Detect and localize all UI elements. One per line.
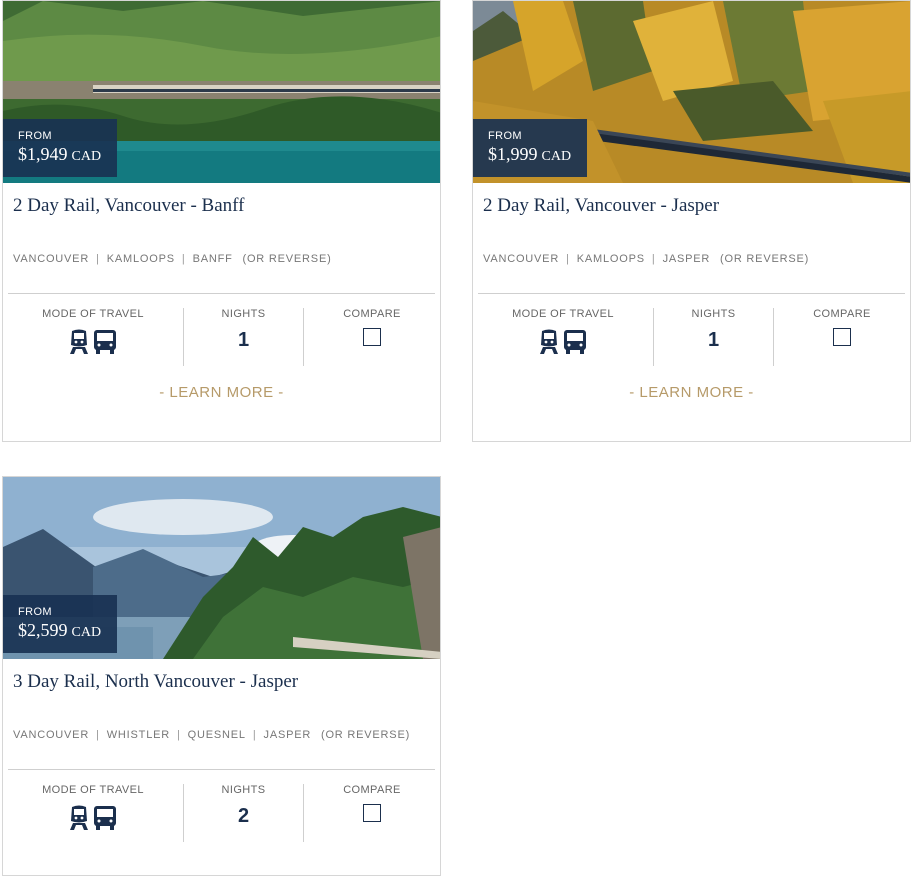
compare: COMPARE	[304, 308, 440, 366]
price-from-label: FROM	[488, 130, 522, 142]
learn-more-link[interactable]: - LEARN MORE -	[473, 384, 910, 401]
route-separator: |	[181, 253, 186, 265]
price-currency: CAD	[71, 149, 102, 164]
nights-value: 2	[237, 805, 250, 827]
compare-label: COMPARE	[343, 308, 401, 320]
route-stop: BANFF	[192, 253, 233, 265]
trip-stats: MODE OF TRAVEL NIGHTS 1 COMPARE	[473, 308, 910, 366]
route-stop: JASPER	[263, 729, 312, 741]
trip-stats: MODE OF TRAVEL NIGHTS 2 COMPARE	[3, 784, 440, 842]
trip-photo[interactable]: FROM $1,949 CAD	[3, 1, 440, 183]
bus-icon	[93, 329, 117, 360]
route-stop: VANCOUVER	[13, 729, 90, 741]
compare: COMPARE	[774, 308, 910, 366]
nights: NIGHTS 1	[654, 308, 774, 366]
route-suffix: (OR REVERSE)	[242, 253, 332, 265]
price-amount: $1,949	[18, 144, 68, 164]
trip-title[interactable]: 2 Day Rail, Vancouver - Banff	[13, 195, 440, 253]
nights-value: 1	[707, 329, 720, 351]
route-separator: |	[252, 729, 257, 741]
trip-title[interactable]: 3 Day Rail, North Vancouver - Jasper	[13, 671, 440, 729]
train-icon	[539, 329, 559, 360]
price-from-label: FROM	[18, 606, 52, 618]
train-icon	[69, 805, 89, 836]
route-separator: |	[96, 253, 100, 265]
nights-label: NIGHTS	[221, 784, 266, 796]
mode-of-travel: MODE OF TRAVEL	[3, 308, 184, 366]
route-separator: |	[566, 253, 570, 265]
compare-label: COMPARE	[813, 308, 871, 320]
price-amount: $2,599	[18, 620, 68, 640]
trip-title[interactable]: 2 Day Rail, Vancouver - Jasper	[483, 195, 910, 253]
learn-more-link[interactable]: - LEARN MORE -	[3, 384, 440, 401]
price-from-label: FROM	[18, 130, 52, 142]
trip-card[interactable]: FROM $2,599 CAD 3 Day Rail, North Vancouv…	[2, 476, 441, 876]
mode-of-travel-label: MODE OF TRAVEL	[512, 308, 614, 320]
trip-photo[interactable]: FROM $2,599 CAD	[3, 477, 440, 659]
divider	[478, 293, 905, 294]
compare-checkbox[interactable]	[363, 328, 381, 346]
route-suffix: (OR REVERSE)	[720, 253, 810, 265]
route-separator: |	[177, 729, 181, 741]
route-stop: QUESNEL	[187, 729, 246, 741]
trip-photo[interactable]: FROM $1,999 CAD	[473, 1, 910, 183]
trip-card[interactable]: FROM $1,949 CAD 2 Day Rail, Vancouver - B…	[2, 0, 441, 442]
mode-of-travel-label: MODE OF TRAVEL	[42, 308, 144, 320]
nights: NIGHTS 2	[184, 784, 304, 842]
mode-of-travel: MODE OF TRAVEL	[473, 308, 654, 366]
nights-label: NIGHTS	[691, 308, 736, 320]
divider	[8, 293, 435, 294]
trip-route: VANCOUVER | WHISTLER | QUESNEL | JASPER (OR RE…	[13, 729, 440, 769]
route-stop: KAMLOOPS	[106, 253, 175, 265]
nights-value: 1	[237, 329, 250, 351]
price-amount: $1,999	[488, 144, 538, 164]
compare: COMPARE	[304, 784, 440, 842]
route-stop: VANCOUVER	[13, 253, 90, 265]
compare-label: COMPARE	[343, 784, 401, 796]
route-stop: KAMLOOPS	[576, 253, 645, 265]
route-separator: |	[96, 729, 100, 741]
divider	[8, 769, 435, 770]
price-currency: CAD	[71, 625, 102, 640]
route-stop: WHISTLER	[106, 729, 170, 741]
trip-card[interactable]: FROM $1,999 CAD 2 Day Rail, Vancouver - J…	[472, 0, 911, 442]
price-badge: FROM $2,599 CAD	[3, 595, 118, 653]
trip-route: VANCOUVER | KAMLOOPS | BANFF (OR REVERSE)	[13, 253, 440, 293]
trip-route: VANCOUVER | KAMLOOPS | JASPER (OR REVERSE)	[483, 253, 910, 293]
route-suffix: (OR REVERSE)	[320, 729, 411, 741]
price-badge: FROM $1,999 CAD	[473, 119, 588, 177]
route-separator: |	[651, 253, 656, 265]
price-currency: CAD	[541, 149, 572, 164]
price-badge: FROM $1,949 CAD	[3, 119, 118, 177]
mode-of-travel-label: MODE OF TRAVEL	[42, 784, 144, 796]
train-icon	[69, 329, 89, 360]
compare-checkbox[interactable]	[363, 804, 381, 822]
mode-of-travel: MODE OF TRAVEL	[3, 784, 184, 842]
trip-stats: MODE OF TRAVEL NIGHTS 1 COMPARE	[3, 308, 440, 366]
nights-label: NIGHTS	[221, 308, 266, 320]
bus-icon	[93, 805, 117, 836]
bus-icon	[563, 329, 587, 360]
compare-checkbox[interactable]	[833, 328, 851, 346]
route-stop: VANCOUVER	[483, 253, 560, 265]
nights: NIGHTS 1	[184, 308, 304, 366]
route-stop: JASPER	[662, 253, 711, 265]
